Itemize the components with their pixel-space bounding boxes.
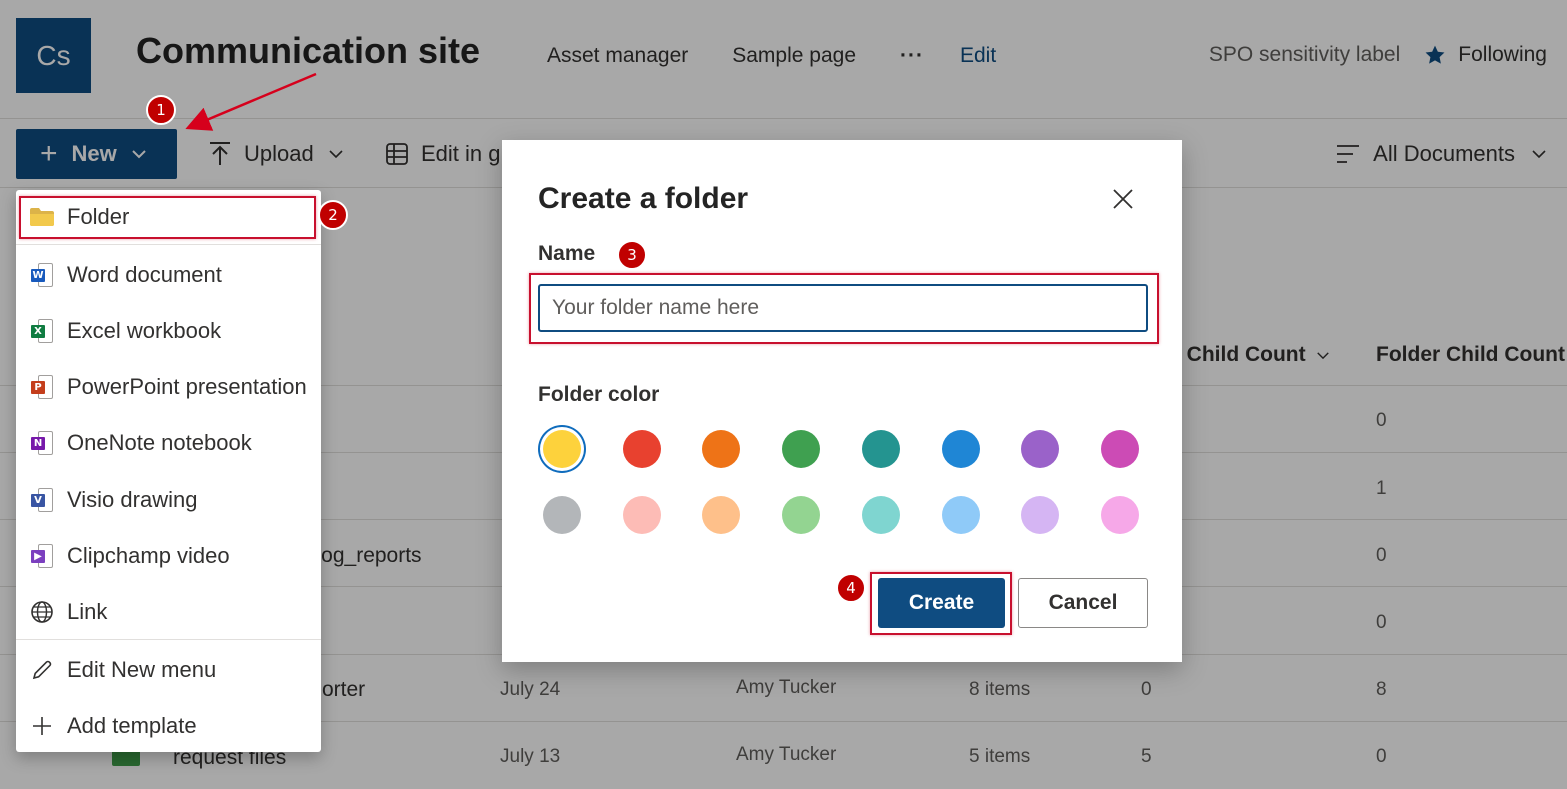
annotation-highlight-name-input [529,273,1159,344]
annotation-highlight-create [870,572,1012,635]
step-badge-2: 2 [318,200,348,230]
annotation-arrow [0,0,1567,789]
step-badge-1: 1 [146,95,176,125]
step-badge-3: 3 [617,240,647,270]
step-badge-4: 4 [836,573,866,603]
annotation-highlight-folder [19,196,316,239]
